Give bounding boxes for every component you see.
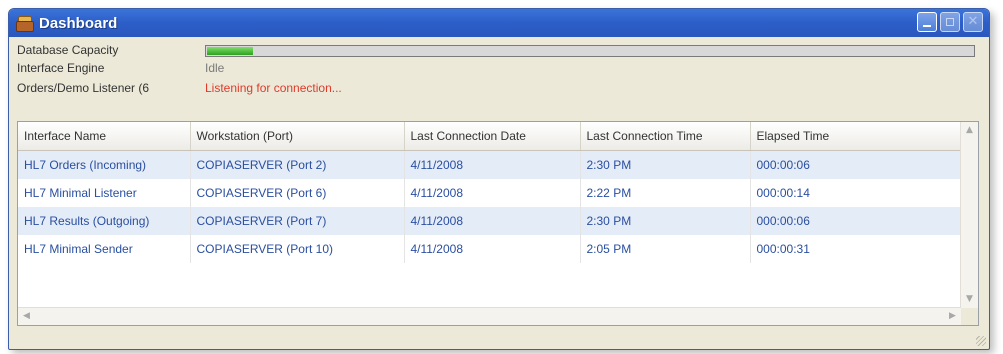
scroll-down-icon[interactable]: ▼ (961, 291, 978, 308)
scroll-right-icon[interactable]: ▶ (944, 308, 961, 325)
date-cell: 4/11/2008 (404, 150, 581, 179)
date-cell: 4/11/2008 (404, 235, 581, 263)
engine-label: Interface Engine (17, 61, 105, 75)
interface-name-cell: HL7 Orders (Incoming) (18, 150, 191, 179)
capacity-progress-bar (205, 45, 975, 57)
maximize-button[interactable] (940, 12, 960, 32)
minimize-icon (923, 25, 931, 27)
column-header-workstation[interactable]: Workstation (Port) (190, 122, 405, 151)
vertical-scrollbar[interactable]: ▲ ▼ (960, 122, 978, 308)
interface-name-cell: HL7 Results (Outgoing) (18, 207, 191, 235)
capacity-label: Database Capacity (17, 43, 119, 57)
table-row[interactable]: HL7 Orders (Incoming) COPIASERVER (Port … (18, 150, 963, 179)
database-icon (15, 15, 34, 32)
scroll-left-icon[interactable]: ◀ (18, 308, 35, 325)
workstation-cell: COPIASERVER (Port 2) (190, 150, 405, 179)
elapsed-cell: 000:00:14 (750, 179, 963, 207)
elapsed-cell: 000:00:06 (750, 207, 963, 235)
column-header-last-connection-date[interactable]: Last Connection Date (404, 122, 581, 151)
column-header-last-connection-time[interactable]: Last Connection Time (580, 122, 751, 151)
workstation-cell: COPIASERVER (Port 10) (190, 235, 405, 263)
header-row: Interface Name Workstation (Port) Last C… (18, 122, 963, 151)
title-bar[interactable]: Dashboard ✕ (9, 9, 989, 37)
time-cell: 2:30 PM (580, 207, 751, 235)
time-cell: 2:05 PM (580, 235, 751, 263)
table-row[interactable]: HL7 Results (Outgoing) COPIASERVER (Port… (18, 207, 963, 235)
maximize-icon (946, 18, 954, 26)
table-row[interactable]: HL7 Minimal Listener COPIASERVER (Port 6… (18, 179, 963, 207)
workstation-cell: COPIASERVER (Port 7) (190, 207, 405, 235)
close-button[interactable]: ✕ (963, 12, 983, 32)
date-cell: 4/11/2008 (404, 207, 581, 235)
time-cell: 2:30 PM (580, 150, 751, 179)
elapsed-cell: 000:00:31 (750, 235, 963, 263)
capacity-progress-fill (207, 47, 253, 55)
listener-label: Orders/Demo Listener (6 (17, 81, 150, 95)
elapsed-cell: 000:00:06 (750, 150, 963, 179)
interfaces-grid[interactable]: Interface Name Workstation (Port) Last C… (17, 121, 979, 326)
interface-name-cell: HL7 Minimal Sender (18, 235, 191, 263)
window-title: Dashboard (39, 14, 118, 32)
workstation-cell: COPIASERVER (Port 6) (190, 179, 405, 207)
scroll-up-icon[interactable]: ▲ (961, 122, 978, 139)
time-cell: 2:22 PM (580, 179, 751, 207)
status-panel: Database Capacity Interface Engine Idle … (9, 37, 989, 121)
engine-status: Idle (205, 61, 225, 75)
column-header-interface-name[interactable]: Interface Name (18, 122, 191, 151)
column-header-elapsed-time[interactable]: Elapsed Time (750, 122, 963, 151)
dashboard-window: Dashboard ✕ Database Capacity Interface … (8, 8, 990, 350)
listener-status: Listening for connection... (205, 81, 342, 95)
date-cell: 4/11/2008 (404, 179, 581, 207)
resize-grip-icon[interactable] (976, 336, 986, 346)
table-row[interactable]: HL7 Minimal Sender COPIASERVER (Port 10)… (18, 235, 963, 263)
scrollbar-corner (961, 308, 978, 325)
interface-name-cell: HL7 Minimal Listener (18, 179, 191, 207)
minimize-button[interactable] (917, 12, 937, 32)
interfaces-table: Interface Name Workstation (Port) Last C… (18, 122, 963, 263)
horizontal-scrollbar[interactable]: ◀ ▶ (18, 307, 961, 325)
close-icon: ✕ (967, 14, 979, 29)
